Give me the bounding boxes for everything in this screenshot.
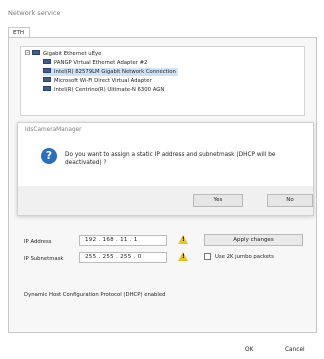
warning-icon (178, 252, 188, 261)
ip-address-label: IP Address (24, 239, 52, 245)
adapter-tree: − Gigabit Ethernet uEye PANGP Virtual Eth… (20, 46, 305, 116)
warning-icon (178, 235, 188, 244)
network-adapter-icon (43, 59, 51, 64)
collapse-icon[interactable]: − (25, 50, 30, 55)
question-icon: ? (41, 148, 57, 164)
tree-root-label: Gigabit Ethernet uEye (43, 51, 102, 57)
tree-item[interactable]: Intel(R) Centrino(R) Ultimate-N 6300 AGN (43, 86, 164, 94)
tree-item-label: Microsoft Wi-Fi Direct Virtual Adapter (54, 78, 152, 84)
window-title: Network service (8, 9, 61, 17)
dialog-title: IdsCameraManager (25, 127, 82, 133)
ip-subnetmask-field[interactable]: 255 . 255 . 255 . 0 (79, 252, 167, 263)
yes-button[interactable]: Yes (193, 194, 243, 207)
jumbo-packets-label: Use 2K jumbo packets (215, 254, 274, 260)
network-adapter-icon (32, 50, 40, 55)
apply-changes-button[interactable]: Apply changes (204, 234, 303, 246)
dialog-message: Do you want to assign a static IP addres… (65, 152, 276, 166)
tree-item-label: Intel(R) Centrino(R) Ultimate-N 6300 AGN (54, 87, 165, 93)
tree-item-label: Intel(R) 82579LM Gigabit Network Connect… (54, 69, 176, 75)
cancel-button[interactable]: Cancel (285, 347, 305, 353)
tree-root[interactable]: − Gigabit Ethernet uEye (25, 50, 101, 58)
tree-item-selected[interactable]: Intel(R) 82579LM Gigabit Network Connect… (43, 68, 178, 76)
network-adapter-icon (43, 86, 51, 91)
dhcp-status-text: Dynamic Host Configuration Protocol (DHC… (24, 292, 166, 298)
ip-subnetmask-label: IP Subnetmask (24, 256, 64, 262)
network-adapter-icon (43, 77, 51, 82)
tree-item[interactable]: PANGP Virtual Ethernet Adapter #2 (43, 59, 147, 67)
jumbo-packets-checkbox[interactable] (204, 253, 211, 260)
network-adapter-icon (43, 68, 51, 73)
no-button[interactable]: No (267, 194, 313, 207)
ok-button[interactable]: OK (245, 347, 253, 353)
tree-item-label: PANGP Virtual Ethernet Adapter #2 (54, 60, 148, 66)
ip-address-field[interactable]: 192 . 168 . 11 . 1 (79, 235, 167, 246)
tree-item[interactable]: Microsoft Wi-Fi Direct Virtual Adapter (43, 77, 152, 85)
